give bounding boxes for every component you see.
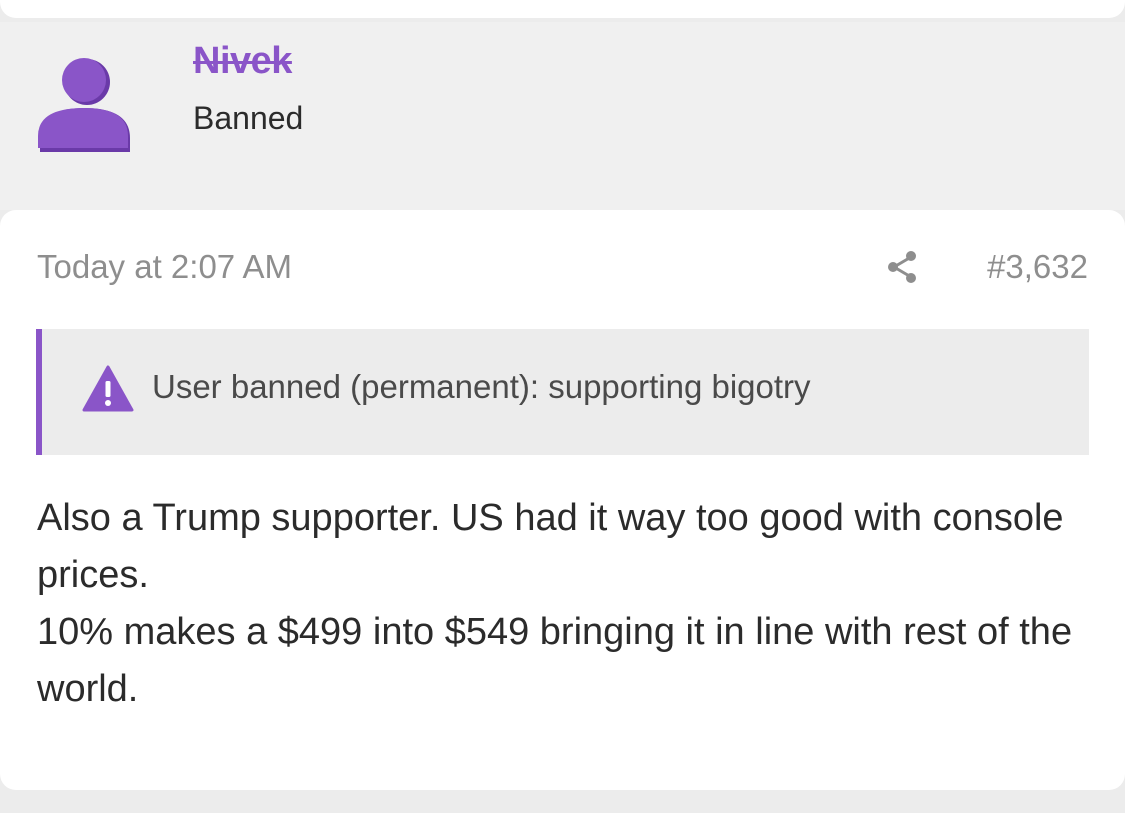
post-user-header: Nivek Banned — [0, 22, 1125, 210]
post-body-line: Also a Trump supporter. US had it way to… — [37, 497, 1064, 596]
post-timestamp[interactable]: Today at 2:07 AM — [37, 248, 292, 286]
warning-triangle-icon — [82, 365, 134, 412]
ban-notice: User banned (permanent): supporting bigo… — [36, 329, 1089, 455]
post-number-link[interactable]: #3,632 — [987, 248, 1088, 286]
previous-post-card — [0, 0, 1125, 18]
post-body-line: 10% makes a $499 into $549 bringing it i… — [37, 611, 1073, 710]
post-card: Today at 2:07 AM #3,632 User banned (per… — [0, 210, 1125, 790]
post-body: Also a Trump supporter. US had it way to… — [37, 490, 1097, 718]
avatar-icon[interactable] — [38, 58, 130, 152]
share-icon[interactable] — [884, 248, 922, 286]
username-link[interactable]: Nivek — [193, 40, 292, 83]
ban-notice-text: User banned (permanent): supporting bigo… — [152, 368, 811, 405]
user-title: Banned — [193, 100, 304, 136]
